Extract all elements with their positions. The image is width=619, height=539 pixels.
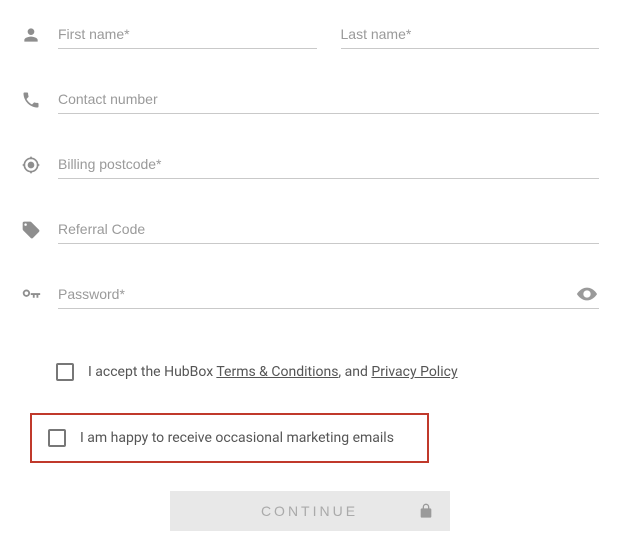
referral-fields [58,215,599,244]
eye-icon [576,283,598,305]
continue-label: CONTINUE [261,503,358,519]
phone-icon [20,90,42,110]
contact-field-wrap [58,85,599,114]
toggle-password-visibility[interactable] [575,282,599,306]
password-row [20,280,599,309]
lock-icon [418,503,434,519]
first-name-input[interactable] [58,20,317,49]
postcode-row [20,150,599,179]
last-name-field-wrap [341,20,600,49]
password-fields [58,280,599,309]
privacy-link[interactable]: Privacy Policy [371,364,457,380]
postcode-field-wrap [58,150,599,179]
billing-postcode-input[interactable] [58,150,599,179]
postcode-fields [58,150,599,179]
marketing-checkbox[interactable] [48,429,66,447]
location-icon [20,155,42,175]
terms-checkbox[interactable] [56,363,74,381]
contact-number-input[interactable] [58,85,599,114]
terms-text-mid: , and [338,364,371,380]
name-fields [58,20,599,49]
terms-label: I accept the HubBox Terms & Conditions, … [88,364,458,380]
continue-button[interactable]: CONTINUE [170,491,450,531]
terms-text-prefix: I accept the HubBox [88,364,216,380]
password-field-wrap [58,280,599,309]
referral-field-wrap [58,215,599,244]
first-name-field-wrap [58,20,317,49]
person-icon [20,25,42,45]
password-input[interactable] [58,280,599,309]
referral-code-input[interactable] [58,215,599,244]
tag-icon [20,220,42,240]
terms-link[interactable]: Terms & Conditions [216,364,338,380]
name-row [20,20,599,49]
marketing-label: I am happy to receive occasional marketi… [80,430,394,446]
terms-row: I accept the HubBox Terms & Conditions, … [48,355,599,389]
contact-fields [58,85,599,114]
contact-row [20,85,599,114]
last-name-input[interactable] [341,20,600,49]
referral-row [20,215,599,244]
marketing-row: I am happy to receive occasional marketi… [30,413,429,463]
key-icon [20,284,42,306]
